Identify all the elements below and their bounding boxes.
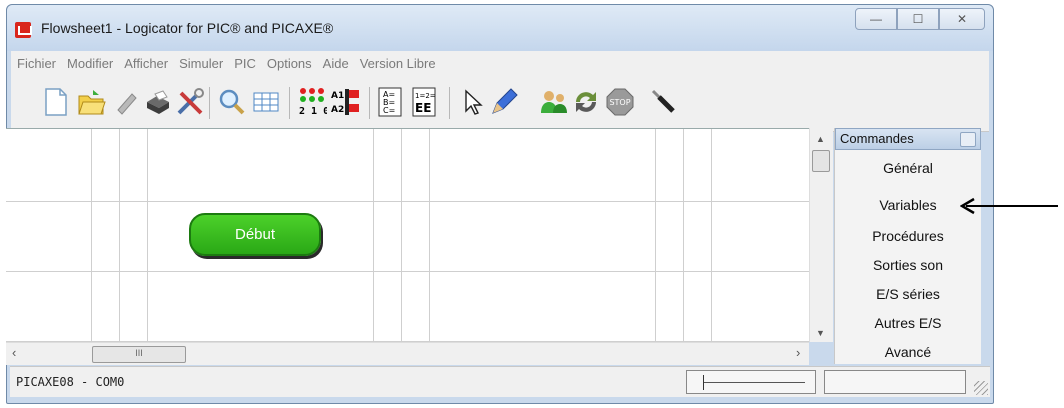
zoom-slider[interactable] — [686, 370, 816, 394]
vertical-scrollbar[interactable]: ▲ ▼ — [809, 128, 833, 342]
menu-version-libre[interactable]: Version Libre — [355, 56, 441, 71]
print-icon[interactable] — [143, 87, 173, 117]
minimize-button[interactable]: — — [855, 8, 897, 30]
pencil-icon[interactable] — [489, 87, 519, 117]
grid-line — [373, 129, 374, 343]
open-folder-icon[interactable] — [77, 87, 107, 117]
flowsheet-canvas[interactable]: Début — [6, 128, 809, 343]
title-bar[interactable]: Flowsheet1 - Logicator for PIC® and PICA… — [7, 5, 993, 51]
window-title: Flowsheet1 - Logicator for PIC® and PICA… — [41, 20, 334, 36]
commands-panel-header[interactable]: Commandes — [835, 128, 981, 150]
inputs-analog-icon[interactable]: A1 A2 — [331, 87, 361, 117]
command-procedures[interactable]: Procédures — [835, 222, 981, 251]
command-avance[interactable]: Avancé — [835, 338, 981, 367]
grid-line — [147, 129, 148, 343]
grid-line — [711, 129, 712, 343]
menu-options[interactable]: Options — [262, 56, 317, 71]
var-c-label: C= — [383, 106, 395, 115]
command-general[interactable]: Général — [835, 154, 981, 183]
grid-line — [91, 129, 92, 343]
menu-aide[interactable]: Aide — [318, 56, 354, 71]
grid-line — [683, 129, 684, 343]
grid-line — [119, 129, 120, 343]
cable-icon[interactable] — [649, 87, 679, 117]
maximize-icon: ☐ — [912, 12, 924, 26]
grid-icon[interactable] — [251, 87, 281, 117]
maximize-button[interactable]: ☐ — [897, 8, 939, 30]
command-sorties-son[interactable]: Sorties son — [835, 251, 981, 280]
menu-modifier[interactable]: Modifier — [62, 56, 118, 71]
expr-top-label: 1=2= — [415, 92, 436, 100]
commands-panel: Commandes Général Variables Procédures S… — [834, 128, 981, 364]
people-icon[interactable] — [539, 87, 569, 117]
command-es-series[interactable]: E/S séries — [835, 280, 981, 309]
zoom-track — [703, 382, 805, 383]
input-a1-label: A1 — [331, 91, 344, 101]
horizontal-scroll-thumb[interactable]: III — [92, 346, 186, 363]
command-autres-es[interactable]: Autres E/S — [835, 309, 981, 338]
scroll-down-icon[interactable]: ▼ — [816, 328, 825, 338]
scroll-up-icon[interactable]: ▲ — [816, 134, 825, 144]
status-panel — [824, 370, 966, 394]
outputs-digits: 2 1 0 — [299, 106, 327, 117]
minimize-icon: — — [870, 12, 882, 26]
resize-grip-icon[interactable] — [974, 381, 988, 395]
tools-icon[interactable] — [175, 87, 205, 117]
toolbar-separator — [209, 87, 210, 119]
chip-icon[interactable] — [111, 87, 141, 117]
stop-label: STOP — [609, 98, 630, 107]
panel-pin-icon[interactable] — [960, 132, 976, 147]
expr-bottom-label: EE — [415, 101, 431, 115]
select-arrow-icon[interactable] — [457, 87, 487, 117]
menu-bar: Fichier Modifier Afficher Simuler PIC Op… — [11, 51, 989, 76]
commands-panel-title: Commandes — [840, 131, 914, 146]
refresh-icon[interactable] — [571, 87, 601, 117]
close-button[interactable]: ✕ — [939, 8, 985, 30]
menu-simuler[interactable]: Simuler — [174, 56, 228, 71]
new-file-icon[interactable] — [41, 87, 71, 117]
start-node[interactable]: Début — [189, 213, 321, 256]
horizontal-scrollbar[interactable]: ‹ III › — [6, 342, 809, 365]
stop-icon[interactable]: STOP — [605, 87, 635, 117]
input-a2-label: A2 — [331, 105, 344, 115]
menu-fichier[interactable]: Fichier — [12, 56, 61, 71]
close-icon: ✕ — [956, 12, 968, 26]
toolbar-separator — [289, 87, 290, 119]
vertical-scroll-thumb[interactable] — [812, 150, 830, 172]
grid-line — [401, 129, 402, 343]
toolbar-separator — [449, 87, 450, 119]
toolbar-separator — [369, 87, 370, 119]
expression-icon[interactable]: 1=2= EE — [409, 87, 439, 117]
scroll-left-icon[interactable]: ‹ — [12, 345, 16, 360]
toolbar: 2 1 0 A1 A2 A= B= C= 1=2= EE STOP — [11, 75, 989, 132]
variables-icon[interactable]: A= B= C= — [375, 87, 405, 117]
zoom-knob[interactable] — [703, 375, 704, 390]
scroll-right-icon[interactable]: › — [796, 345, 800, 360]
menu-pic[interactable]: PIC — [229, 56, 261, 71]
menu-afficher[interactable]: Afficher — [119, 56, 173, 71]
app-logo-icon — [15, 22, 32, 38]
zoom-icon[interactable] — [217, 87, 247, 117]
grid-line — [6, 271, 809, 272]
status-bar: PICAXE08 - COM0 — [10, 366, 990, 397]
annotation-arrow-icon — [960, 197, 1058, 215]
outputs-icon[interactable]: 2 1 0 — [297, 87, 327, 117]
device-port-status: PICAXE08 - COM0 — [16, 375, 125, 389]
grid-line — [429, 129, 430, 343]
grid-line — [655, 129, 656, 343]
grid-line — [6, 201, 809, 202]
